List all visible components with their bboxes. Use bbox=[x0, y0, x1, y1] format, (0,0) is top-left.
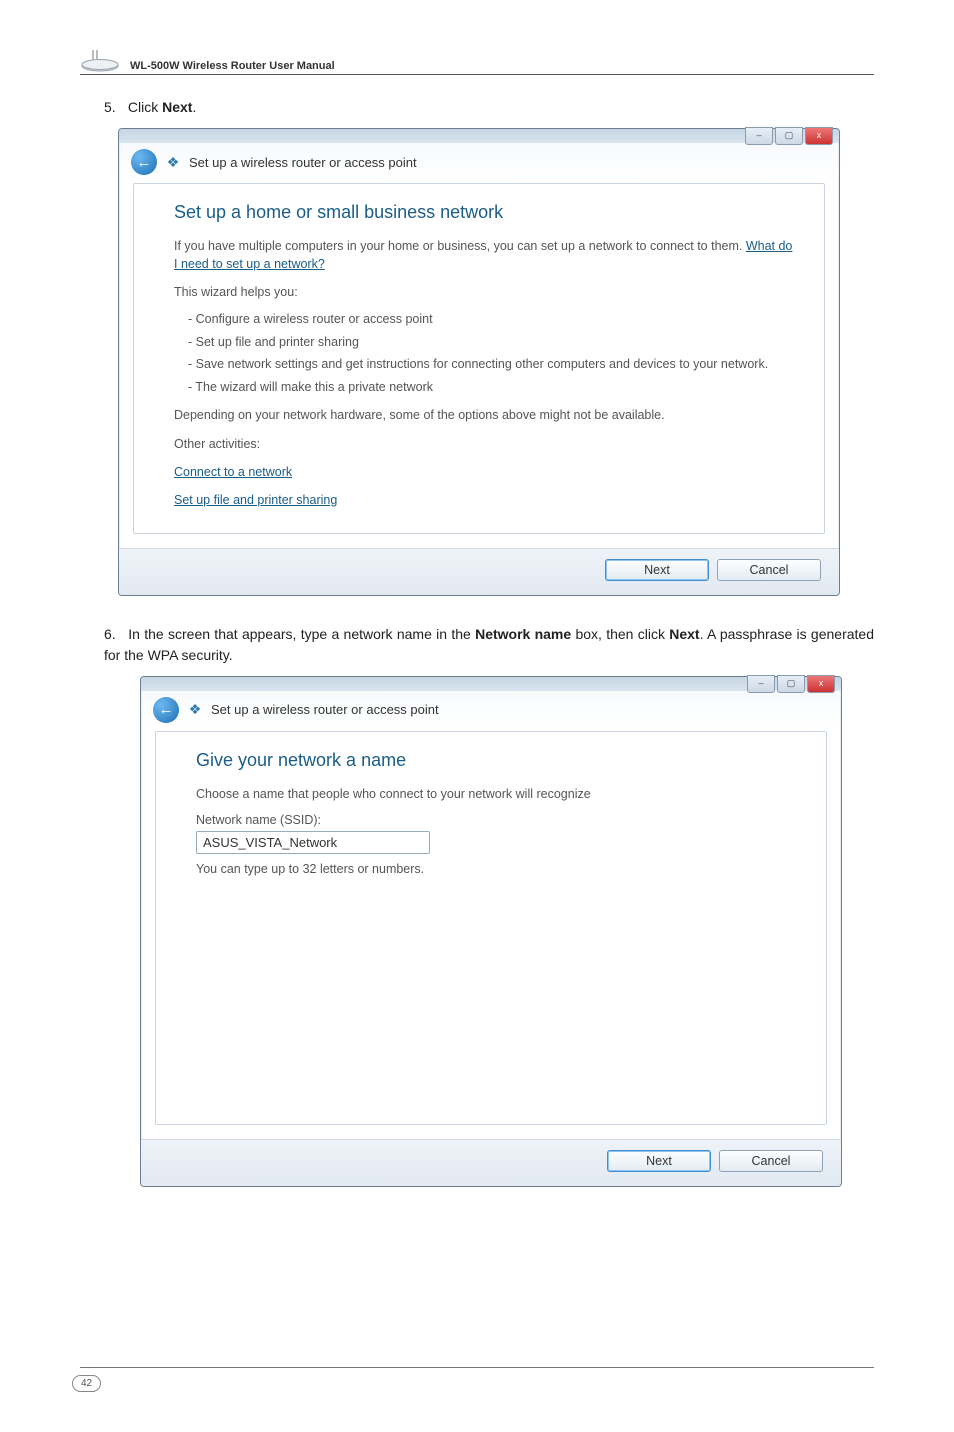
other-activities-label: Other activities: bbox=[174, 435, 796, 453]
step-6-pre: In the screen that appears, type a netwo… bbox=[128, 626, 475, 642]
ssid-label: Network name (SSID): bbox=[196, 813, 798, 827]
close-button[interactable]: x bbox=[805, 127, 833, 145]
step-6-bold1: Network name bbox=[475, 626, 571, 642]
wizard-heading-2: Give your network a name bbox=[196, 750, 798, 771]
ssid-hint: You can type up to 32 letters or numbers… bbox=[196, 862, 798, 876]
back-nav-button[interactable]: ← bbox=[153, 697, 179, 723]
close-button[interactable]: x bbox=[807, 675, 835, 693]
wizard-window-1: – ▢ x ← ❖ Set up a wireless router or ac… bbox=[118, 128, 840, 596]
cancel-button[interactable]: Cancel bbox=[717, 559, 821, 581]
back-nav-button[interactable]: ← bbox=[131, 149, 157, 175]
cancel-button[interactable]: Cancel bbox=[719, 1150, 823, 1172]
intro-text: If you have multiple computers in your h… bbox=[174, 239, 746, 253]
connect-network-link[interactable]: Connect to a network bbox=[174, 465, 292, 479]
minimize-button[interactable]: – bbox=[745, 127, 773, 145]
step-5-post: . bbox=[192, 99, 196, 115]
wizard-icon: ❖ bbox=[187, 702, 203, 718]
wizard-window-2: – ▢ x ← ❖ Set up a wireless router or ac… bbox=[140, 676, 842, 1187]
choose-name-text: Choose a name that people who connect to… bbox=[196, 785, 798, 803]
depending-text: Depending on your network hardware, some… bbox=[174, 406, 796, 424]
bullet-configure: - Configure a wireless router or access … bbox=[188, 311, 796, 329]
step-5-pre: Click bbox=[128, 99, 162, 115]
back-arrow-icon: ← bbox=[159, 701, 174, 718]
step-5: 5. Click Next. bbox=[104, 97, 874, 118]
wizard-icon: ❖ bbox=[165, 154, 181, 170]
minimize-button[interactable]: – bbox=[747, 675, 775, 693]
maximize-button[interactable]: ▢ bbox=[775, 127, 803, 145]
bullet-save-settings: - Save network settings and get instruct… bbox=[188, 356, 796, 374]
bullet-private: - The wizard will make this a private ne… bbox=[188, 379, 796, 397]
step-6-bold2: Next bbox=[669, 626, 699, 642]
step-5-bold: Next bbox=[162, 99, 192, 115]
step-6-number: 6. bbox=[104, 624, 124, 645]
ssid-input[interactable] bbox=[196, 831, 430, 854]
helps-you-text: This wizard helps you: bbox=[174, 283, 796, 301]
page-number: 42 bbox=[72, 1375, 101, 1392]
bullet-sharing: - Set up file and printer sharing bbox=[188, 334, 796, 352]
wizard-nav-title: Set up a wireless router or access point bbox=[189, 155, 417, 170]
footer-rule bbox=[80, 1367, 874, 1368]
step-6: 6. In the screen that appears, type a ne… bbox=[104, 624, 874, 666]
next-button[interactable]: Next bbox=[605, 559, 709, 581]
step-5-number: 5. bbox=[104, 97, 124, 118]
back-arrow-icon: ← bbox=[137, 154, 152, 171]
router-icon bbox=[80, 50, 120, 72]
next-button[interactable]: Next bbox=[607, 1150, 711, 1172]
step-6-mid: box, then click bbox=[571, 626, 669, 642]
maximize-button[interactable]: ▢ bbox=[777, 675, 805, 693]
manual-title: WL-500W Wireless Router User Manual bbox=[130, 60, 335, 72]
wizard-heading: Set up a home or small business network bbox=[174, 202, 796, 223]
setup-sharing-link[interactable]: Set up file and printer sharing bbox=[174, 493, 337, 507]
wizard-nav-title: Set up a wireless router or access point bbox=[211, 702, 439, 717]
